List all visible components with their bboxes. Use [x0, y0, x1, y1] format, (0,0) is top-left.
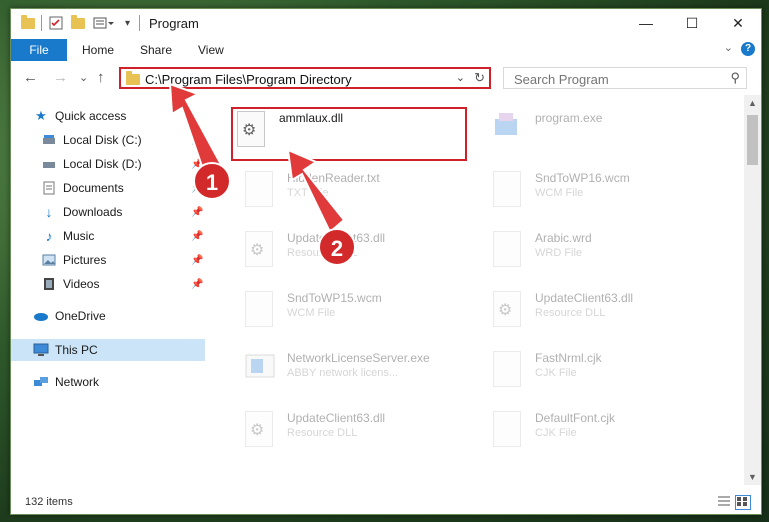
callout-1: 1	[193, 162, 231, 200]
callout-2: 2	[318, 228, 356, 266]
annotation-arrows	[168, 82, 346, 234]
arrow-2	[286, 148, 346, 234]
